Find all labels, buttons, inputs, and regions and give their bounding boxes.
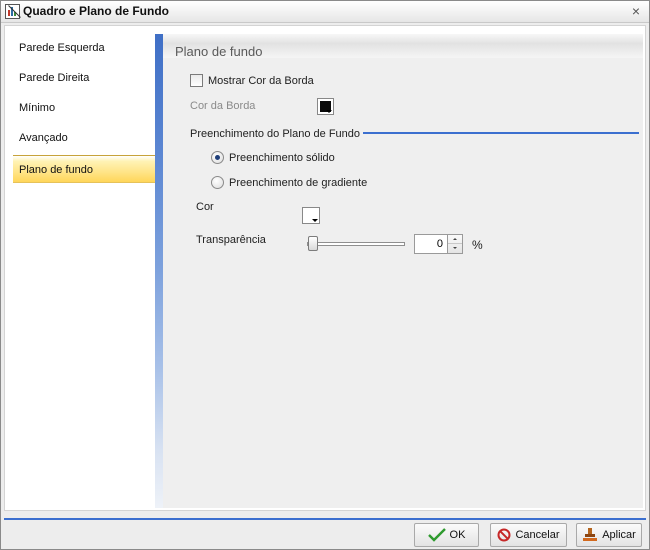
cancel-icon bbox=[497, 528, 511, 542]
checkmark-icon bbox=[427, 528, 446, 542]
transparency-spinner bbox=[448, 234, 463, 254]
transparency-slider[interactable] bbox=[307, 242, 405, 246]
apply-label: Aplicar bbox=[602, 529, 636, 541]
spin-down-icon[interactable] bbox=[448, 244, 462, 253]
transparency-unit: % bbox=[472, 238, 483, 252]
ok-button[interactable]: OK bbox=[414, 523, 479, 547]
footer-divider bbox=[4, 518, 646, 520]
transparency-label: Transparência bbox=[196, 234, 266, 246]
show-border-color-label: Mostrar Cor da Borda bbox=[208, 75, 314, 87]
fill-section-label: Preenchimento do Plano de Fundo bbox=[190, 128, 361, 140]
sidebar-nav: Parede Esquerda Parede Direita Mínimo Av… bbox=[13, 34, 155, 508]
panel-splitter[interactable] bbox=[155, 34, 163, 508]
solid-fill-radio[interactable] bbox=[211, 151, 224, 164]
radio-selected-dot bbox=[215, 155, 220, 160]
ok-label: OK bbox=[449, 529, 466, 541]
border-color-label: Cor da Borda bbox=[190, 100, 256, 112]
window-title: Quadro e Plano de Fundo bbox=[23, 4, 170, 18]
solid-fill-label: Preenchimento sólido bbox=[229, 152, 335, 164]
fill-color-picker[interactable] bbox=[302, 207, 320, 224]
dialog-window: Quadro e Plano de Fundo × Parede Esquerd… bbox=[0, 0, 650, 550]
dropdown-arrow-icon bbox=[312, 219, 318, 222]
cancel-label: Cancelar bbox=[515, 529, 560, 541]
sidebar-item-minimo[interactable]: Mínimo bbox=[13, 94, 155, 122]
close-icon[interactable]: × bbox=[629, 4, 643, 18]
apply-button[interactable]: Aplicar bbox=[576, 523, 642, 547]
color-label: Cor bbox=[196, 201, 214, 213]
sidebar-item-parede-direita[interactable]: Parede Direita bbox=[13, 64, 155, 92]
gradient-fill-radio[interactable] bbox=[211, 176, 224, 189]
settings-panel: Plano de fundo Mostrar Cor da Borda Cor … bbox=[163, 34, 643, 508]
panel-title: Plano de fundo bbox=[175, 44, 263, 59]
title-bar: Quadro e Plano de Fundo × bbox=[1, 1, 649, 23]
dropdown-arrow-icon bbox=[326, 110, 332, 113]
content-frame: Parede Esquerda Parede Direita Mínimo Av… bbox=[4, 25, 646, 511]
border-color-picker[interactable] bbox=[317, 98, 334, 115]
gradient-fill-label: Preenchimento de gradiente bbox=[229, 177, 368, 189]
spin-up-icon[interactable] bbox=[448, 235, 462, 244]
section-divider bbox=[363, 132, 639, 134]
sidebar-item-plano-de-fundo[interactable]: Plano de fundo bbox=[13, 155, 155, 183]
show-border-color-checkbox[interactable] bbox=[190, 74, 203, 87]
chart-icon bbox=[5, 4, 21, 19]
sidebar-item-avancado[interactable]: Avançado bbox=[13, 124, 155, 152]
stamp-icon bbox=[583, 528, 598, 541]
cancel-button[interactable]: Cancelar bbox=[490, 523, 567, 547]
sidebar-item-parede-esquerda[interactable]: Parede Esquerda bbox=[13, 34, 155, 62]
transparency-input[interactable] bbox=[414, 234, 448, 254]
transparency-slider-thumb[interactable] bbox=[308, 236, 318, 251]
